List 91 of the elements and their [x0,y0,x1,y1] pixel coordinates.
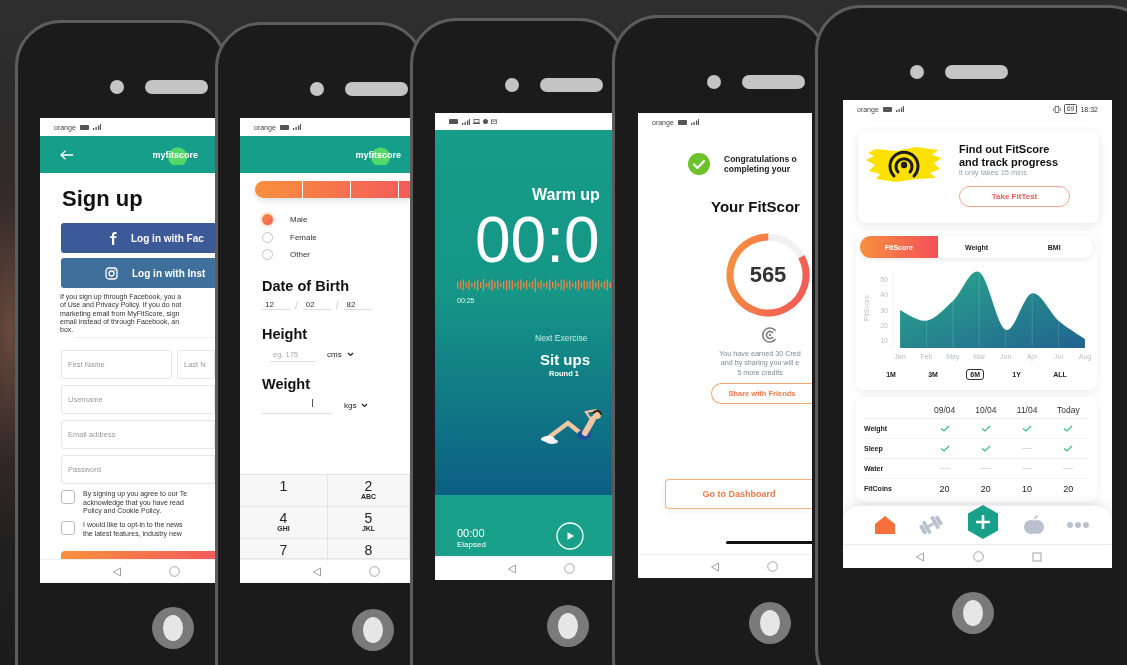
network-badge-icon [677,119,687,125]
network-badge-icon [882,106,892,112]
camera-icon [110,80,124,94]
home-button[interactable] [749,602,791,644]
home-icon[interactable] [874,515,897,535]
camera-icon [910,65,924,79]
back-icon[interactable] [915,551,925,562]
social-login-button[interactable]: Log in with Inst [61,258,215,288]
submit-button[interactable] [61,551,215,559]
keypad-key[interactable]: 1 [240,475,328,507]
signal-icon [91,124,101,130]
camera-icon [707,75,721,89]
table-cell: 10 [1022,483,1033,494]
home-circle-icon[interactable] [564,563,575,574]
date-separator: / [295,299,298,311]
section-title: Date of Birth [262,277,350,295]
mail-icon [491,119,497,124]
column-header: 09/04 [933,404,957,415]
speaker-icon [345,82,408,96]
caret-icon [346,352,354,357]
home-circle-icon[interactable] [767,561,778,572]
radio-label: Female [290,232,317,242]
situp-figure-drawing [540,406,602,446]
back-icon[interactable] [312,566,322,577]
date-field[interactable]: 12 [262,300,290,310]
date-field[interactable]: 82 [343,300,372,310]
vibrate-icon [1052,105,1061,113]
back-icon[interactable] [112,566,122,577]
network-badge-icon [279,124,289,130]
elapsed-time: 00:00 [457,527,486,540]
back-icon[interactable] [710,561,720,572]
home-button[interactable] [152,607,194,649]
back-icon[interactable] [507,563,517,574]
table-cell: 20 [1063,483,1074,494]
congratulations-message: Congratulations o completing your [724,154,797,174]
radio-button[interactable] [262,214,273,226]
unit-dropdown[interactable]: cms [327,350,354,359]
camera-icon [310,82,324,96]
home-circle-icon[interactable] [169,566,180,577]
speaker-icon [145,80,208,94]
column-header: 10/04 [974,404,998,415]
countdown-timer: 00:0 [475,210,601,270]
page-title: Sign up [62,186,144,211]
speaker-icon [540,78,603,92]
home-circle-icon[interactable] [973,551,984,562]
network-badge-icon [449,119,458,124]
radio-label: Male [290,215,308,225]
promo-title: Find out FitScore and track progress [959,143,1060,168]
play-button[interactable] [555,522,584,550]
exercise-name: Sit ups [540,351,591,368]
more-icon[interactable] [1066,522,1089,528]
network-badge-icon [79,124,89,130]
checkbox[interactable] [61,521,75,536]
home-button[interactable] [352,609,394,651]
laptop-icon [473,119,480,124]
speaker-icon [945,65,1008,79]
signal-icon [461,118,470,125]
camera-icon [505,78,519,92]
score-value: 565 [749,262,787,288]
apple-icon[interactable] [1024,514,1045,536]
instagram-icon [105,266,118,280]
column-header: Today [1056,404,1081,415]
weight-field[interactable] [262,396,332,414]
table-cell: 20 [939,483,950,494]
signal-icon [894,106,904,112]
elapsed-label: Elapsed [457,540,486,550]
home-button[interactable] [952,592,994,634]
check-circle-icon [688,153,710,175]
unit-dropdown[interactable]: kgs [344,400,369,410]
score-title: Your FitScor [711,198,801,215]
recent-apps-icon[interactable] [1032,551,1042,562]
dumbbell-icon[interactable] [918,515,943,535]
radio-label: Other [290,250,310,260]
home-button[interactable] [547,605,589,647]
credits-icon [762,327,778,343]
signal-icon [689,119,699,125]
table-cell: 20 [980,483,991,494]
next-exercise-label: Next Exercise [535,333,589,343]
date-separator: / [335,299,339,311]
caret-icon [361,402,369,408]
speaker-icon [742,75,805,89]
date-field[interactable]: 02 [302,300,331,310]
section-title: Weight [262,375,312,393]
social-login-button[interactable]: Log in with Fac [61,223,215,253]
home-circle-icon[interactable] [369,566,380,577]
signal-icon [291,124,301,130]
checkbox[interactable] [61,490,75,505]
workout-title: Warm up [532,185,601,204]
column-header: 11/04 [1015,404,1039,415]
back-arrow-icon[interactable] [60,149,74,160]
section-title: Height [262,325,309,343]
